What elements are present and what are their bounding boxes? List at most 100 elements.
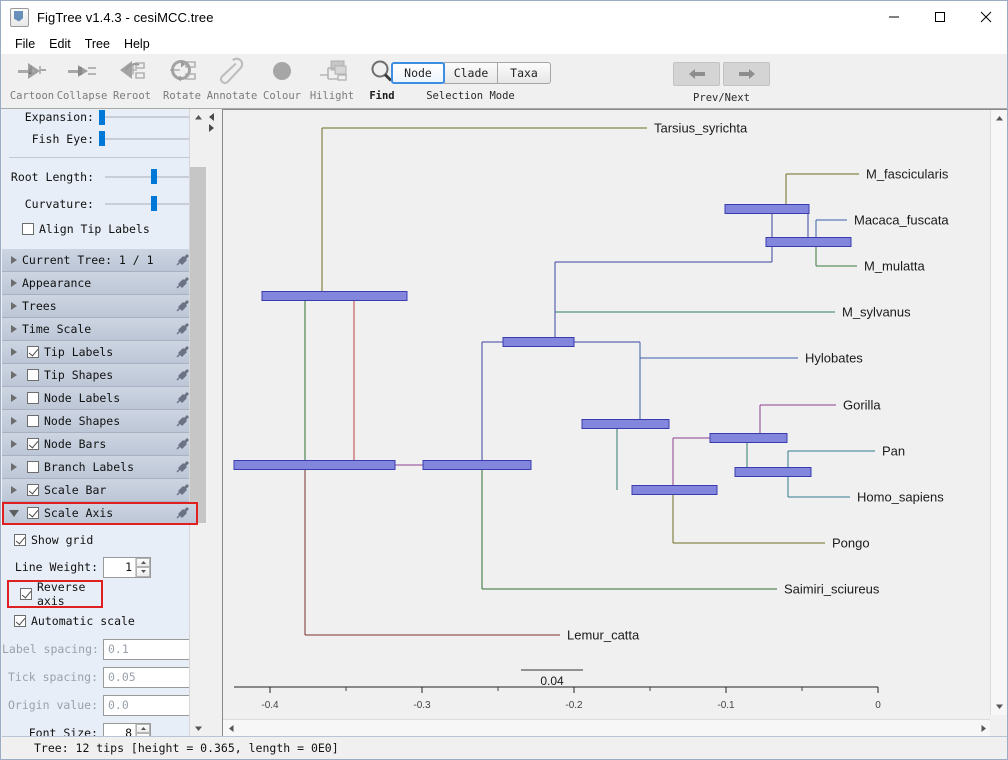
selection-mode-node[interactable]: Node [391, 62, 445, 84]
chevron-right-icon[interactable] [6, 440, 22, 448]
chevron-right-icon[interactable] [6, 486, 22, 494]
tip-label[interactable]: M_sylvanus [842, 305, 911, 320]
line-weight-arrows[interactable] [135, 557, 150, 577]
chevron-right-icon[interactable] [6, 348, 22, 356]
menu-file[interactable]: File [8, 36, 42, 52]
tip-label[interactable]: Pongo [832, 536, 870, 551]
show-grid-row[interactable]: Show grid [2, 527, 198, 553]
tip-shapes-checkbox[interactable] [27, 369, 39, 381]
root-length-slider[interactable] [99, 169, 192, 185]
label-spacing-input[interactable]: 0.1 [103, 638, 192, 660]
section-tip-shapes[interactable]: Tip Shapes [2, 364, 198, 387]
section-scale-bar[interactable]: Scale Bar [2, 479, 198, 502]
line-weight-down[interactable] [136, 567, 150, 577]
section-scale-axis[interactable]: Scale Axis [2, 502, 198, 525]
chevron-right-icon[interactable] [6, 394, 22, 402]
expansion-knob[interactable] [99, 109, 105, 125]
tip-labels-checkbox[interactable] [27, 346, 39, 358]
chevron-right-icon[interactable] [6, 463, 22, 471]
line-weight-up[interactable] [136, 557, 150, 567]
section-branch-labels[interactable]: Branch Labels [2, 456, 198, 479]
tip-label[interactable]: Gorilla [843, 398, 881, 413]
tree-view[interactable]: Tarsius_syrichta M_fascicularis Macaca_fus… [222, 109, 1007, 737]
chevron-right-icon[interactable] [6, 279, 22, 287]
tree-scroll-up-button[interactable] [991, 110, 1007, 127]
font-size-row[interactable]: Font Size: 8 [2, 719, 198, 737]
tree-scroll-down-button[interactable] [991, 698, 1007, 715]
hilight-button[interactable]: Hilight [307, 54, 357, 108]
section-appearance[interactable]: Appearance [2, 272, 198, 295]
line-weight-stepper[interactable]: 1 [103, 556, 151, 578]
curvature-knob[interactable] [151, 196, 157, 211]
section-node-bars[interactable]: Node Bars [2, 433, 198, 456]
menu-edit[interactable]: Edit [42, 36, 78, 52]
scroll-up-button[interactable] [190, 109, 207, 126]
tip-label[interactable]: Hylobates [805, 351, 863, 366]
chevron-down-icon[interactable] [6, 509, 22, 517]
controls-scrollbar[interactable] [189, 109, 207, 737]
tip-label[interactable]: Tarsius_syrichta [654, 121, 748, 136]
label-spacing-row[interactable]: Label spacing: 0.1 [2, 635, 198, 663]
close-button[interactable] [963, 1, 1007, 33]
section-node-shapes[interactable]: Node Shapes [2, 410, 198, 433]
root-length-knob[interactable] [151, 169, 157, 184]
font-size-arrows[interactable] [135, 723, 150, 737]
tip-label[interactable]: Homo_sapiens [857, 490, 944, 505]
scroll-down-button[interactable] [190, 720, 207, 737]
automatic-scale-checkbox[interactable] [14, 615, 26, 627]
tip-label[interactable]: Lemur_catta [567, 628, 640, 643]
tree-horizontal-scrollbar[interactable] [223, 719, 992, 737]
pin-icon[interactable] [176, 506, 191, 522]
minimize-button[interactable] [871, 1, 917, 33]
node-labels-checkbox[interactable] [27, 392, 39, 404]
splitter-collapse-right-icon[interactable] [209, 124, 214, 132]
curvature-slider[interactable] [99, 196, 192, 212]
font-size-stepper[interactable]: 8 [103, 722, 151, 737]
next-button[interactable] [723, 62, 770, 86]
scroll-thumb[interactable] [190, 167, 206, 523]
tick-spacing-row[interactable]: Tick spacing: 0.05 [2, 663, 198, 691]
annotate-button[interactable]: Annotate [207, 54, 257, 108]
chevron-right-icon[interactable] [6, 371, 22, 379]
root-length-slider-row[interactable]: Root Length: [2, 163, 198, 190]
tip-label[interactable]: Pan [882, 444, 905, 459]
chevron-right-icon[interactable] [6, 256, 22, 264]
tip-label[interactable]: M_fascicularis [866, 167, 949, 182]
fisheye-slider-row[interactable]: Fish Eye: [2, 125, 198, 152]
chevron-right-icon[interactable] [6, 417, 22, 425]
prev-button[interactable] [673, 62, 720, 86]
origin-value-input[interactable]: 0.0 [103, 694, 192, 716]
origin-value-row[interactable]: Origin value: 0.0 [2, 691, 198, 719]
menu-help[interactable]: Help [117, 36, 157, 52]
section-trees[interactable]: Trees [2, 295, 198, 318]
fisheye-slider[interactable] [99, 131, 192, 147]
chevron-right-icon[interactable] [6, 302, 22, 310]
curvature-slider-row[interactable]: Curvature: [2, 190, 198, 217]
maximize-button[interactable] [917, 1, 963, 33]
cartoon-button[interactable]: Cartoon [7, 54, 57, 108]
tree-vertical-scrollbar[interactable] [990, 110, 1007, 715]
menu-tree[interactable]: Tree [78, 36, 117, 52]
line-weight-row[interactable]: Line Weight: 1 [2, 553, 198, 581]
chevron-right-icon[interactable] [6, 325, 22, 333]
tip-label[interactable]: Macaca_fuscata [854, 213, 949, 228]
branch-labels-checkbox[interactable] [27, 461, 39, 473]
node-shapes-checkbox[interactable] [27, 415, 39, 427]
tip-label[interactable]: Saimiri_sciureus [784, 582, 880, 597]
tip-label[interactable]: M_mulatta [864, 259, 925, 274]
section-node-labels[interactable]: Node Labels [2, 387, 198, 410]
tree-canvas[interactable]: Tarsius_syrichta M_fascicularis Macaca_fus… [223, 110, 986, 715]
reverse-axis-row[interactable]: Reverse axis [7, 580, 103, 608]
section-time-scale[interactable]: Time Scale [2, 318, 198, 341]
reroot-button[interactable]: Reroot [107, 54, 157, 108]
expansion-slider-row[interactable]: Expansion: [2, 109, 198, 125]
selection-mode-taxa[interactable]: Taxa [497, 62, 551, 84]
rotate-button[interactable]: Rotate [157, 54, 207, 108]
collapse-button[interactable]: Collapse [57, 54, 107, 108]
align-tip-labels-checkbox[interactable] [22, 223, 34, 235]
selection-mode-clade[interactable]: Clade [444, 62, 498, 84]
show-grid-checkbox[interactable] [14, 534, 26, 546]
section-current-tree[interactable]: Current Tree: 1 / 1 [2, 249, 198, 272]
splitter-collapse-left-icon[interactable] [209, 113, 214, 121]
scale-axis-checkbox[interactable] [27, 507, 39, 519]
